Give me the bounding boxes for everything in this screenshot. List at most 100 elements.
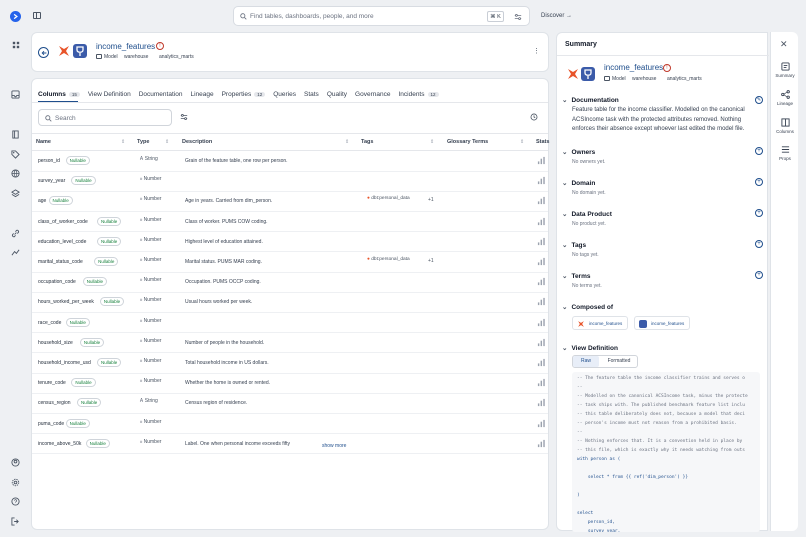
table-row[interactable]: race_code Nullable # Number <box>32 313 548 333</box>
column-name[interactable]: survey_year <box>38 178 65 184</box>
tab-stats[interactable]: Stats <box>304 87 319 101</box>
table-row[interactable]: tenure_code Nullable # Number Whether the h… <box>32 373 548 394</box>
column-name[interactable]: age <box>38 198 46 204</box>
column-description[interactable]: Usual hours worked per week. <box>185 299 252 305</box>
add-tag-button[interactable]: + <box>755 240 763 248</box>
book-icon[interactable] <box>10 129 21 140</box>
sort-icon[interactable]: ⇕ <box>345 139 349 145</box>
tab-properties[interactable]: Properties 12 <box>222 87 266 101</box>
app-logo[interactable] <box>10 11 21 22</box>
column-description[interactable]: Marital status. PUMS MAR coding. <box>185 259 262 265</box>
table-row[interactable]: census_region Nullable Ꭺ String Census regi… <box>32 393 548 414</box>
grid-icon[interactable] <box>10 39 21 50</box>
table-row[interactable]: occupation_code Nullable # Number Occupatio… <box>32 272 548 293</box>
table-row[interactable]: class_of_worker_code Nullable # Number Clas… <box>32 212 548 232</box>
column-description[interactable]: Number of people in the household. <box>185 340 264 346</box>
formatted-tab[interactable]: Formatted <box>601 356 637 367</box>
column-description[interactable]: Age in years. Carried from dim_person. <box>185 198 272 204</box>
globe-icon[interactable] <box>10 168 21 179</box>
more-tags-count[interactable]: +1 <box>428 258 434 264</box>
column-header-stats[interactable]: Stats <box>536 139 549 145</box>
tab-documentation[interactable]: Documentation <box>139 87 183 101</box>
column-name[interactable]: person_id <box>38 158 60 164</box>
tab-governance[interactable]: Governance <box>355 87 390 101</box>
breadcrumb-warehouse[interactable]: warehouse <box>124 54 148 60</box>
sidebar-tab-props[interactable]: Props <box>771 145 799 161</box>
table-row[interactable]: hours_worked_per_week Nullable # Number Usu… <box>32 292 548 313</box>
tags-section[interactable]: ⌄ Tags <box>562 241 586 250</box>
error-icon[interactable]: ! <box>663 64 671 72</box>
stats-icon[interactable] <box>537 297 546 306</box>
stats-icon[interactable] <box>537 338 546 347</box>
column-name[interactable]: household_income_usd <box>38 360 91 366</box>
sort-icon[interactable]: ⇕ <box>520 139 524 145</box>
settings-icon[interactable] <box>10 477 21 488</box>
stats-icon[interactable] <box>537 439 546 448</box>
tab-quality[interactable]: Quality <box>327 87 347 101</box>
sort-icon[interactable]: ⇕ <box>165 139 169 145</box>
breadcrumb-warehouse[interactable]: warehouse <box>632 76 656 82</box>
stats-icon[interactable] <box>537 277 546 286</box>
table-row[interactable]: age Nullable # Number Age in years. Carried… <box>32 191 548 212</box>
owners-section[interactable]: ⌄ Owners <box>562 148 595 157</box>
column-header-glossary[interactable]: Glossary Terms <box>447 139 488 145</box>
composed-item[interactable]: income_features <box>634 316 690 330</box>
user-icon[interactable] <box>10 457 21 468</box>
stats-icon[interactable] <box>537 398 546 407</box>
tab-view-definition[interactable]: View Definition <box>88 87 131 101</box>
stats-icon[interactable] <box>537 419 546 428</box>
tab-incidents[interactable]: Incidents 12 <box>398 87 439 101</box>
stats-icon[interactable] <box>537 156 546 165</box>
column-name[interactable]: marital_status_code <box>38 259 83 265</box>
tag-chip[interactable]: ● dbt:personal_data <box>367 257 410 262</box>
table-row[interactable]: income_above_50k Nullable # Number Label. O… <box>32 434 548 454</box>
stats-icon[interactable] <box>537 217 546 226</box>
help-icon[interactable] <box>10 496 21 507</box>
close-icon[interactable]: ✕ <box>780 39 788 50</box>
activity-icon[interactable] <box>10 247 21 258</box>
tab-lineage[interactable]: Lineage <box>190 87 213 101</box>
breadcrumb-schema[interactable]: analytics_marts <box>159 54 194 60</box>
edit-icon[interactable]: ✎ <box>755 96 763 104</box>
column-name[interactable]: class_of_worker_code <box>38 219 88 225</box>
column-description[interactable]: Highest level of education attained. <box>185 239 263 245</box>
composed-of-section[interactable]: ⌄ Composed of <box>562 303 613 312</box>
stats-icon[interactable] <box>537 378 546 387</box>
sidebar-toggle-icon[interactable] <box>33 12 41 19</box>
column-name[interactable]: hours_worked_per_week <box>38 299 94 305</box>
column-description[interactable]: Label. One when personal income exceeds … <box>185 441 290 447</box>
link-icon[interactable] <box>10 228 21 239</box>
table-row[interactable]: household_size Nullable # Number Number of … <box>32 333 548 353</box>
error-icon[interactable]: ! <box>156 42 164 50</box>
sidebar-tab-summary[interactable]: Summary <box>771 62 799 78</box>
column-description[interactable]: Total household income in US dollars. <box>185 360 269 366</box>
column-description[interactable]: Occupation. PUMS OCCP coding. <box>185 279 261 285</box>
table-row[interactable]: marital_status_code Nullable # Number Marit… <box>32 252 548 272</box>
table-row[interactable]: household_income_usd Nullable # Number Tota… <box>32 353 548 373</box>
summary-title[interactable]: income_features <box>604 63 663 72</box>
discover-link[interactable]: Discover → <box>541 13 572 19</box>
more-tags-count[interactable]: +1 <box>428 197 434 203</box>
stats-icon[interactable] <box>537 176 546 185</box>
column-name[interactable]: household_size <box>38 340 73 346</box>
column-name[interactable]: education_level_code <box>38 239 86 245</box>
add-term-button[interactable]: + <box>755 271 763 279</box>
stats-icon[interactable] <box>537 237 546 246</box>
composed-item[interactable]: income_features <box>572 316 628 330</box>
tag-chip[interactable]: ● dbt:personal_data <box>367 196 410 201</box>
sort-icon[interactable]: ⇕ <box>430 139 434 145</box>
stats-icon[interactable] <box>537 318 546 327</box>
column-description[interactable]: Whether the home is owned or rented. <box>185 380 270 386</box>
column-header-tags[interactable]: Tags <box>361 139 373 145</box>
column-search-input[interactable]: Search <box>38 109 172 126</box>
column-name[interactable]: tenure_code <box>38 380 66 386</box>
history-icon[interactable] <box>530 113 538 121</box>
column-description[interactable]: Class of worker. PUMS COW coding. <box>185 219 268 225</box>
column-name[interactable]: puma_code <box>38 421 64 427</box>
column-name[interactable]: census_region <box>38 400 71 406</box>
view-definition-section[interactable]: ⌄ View Definition <box>562 344 618 353</box>
table-row[interactable]: survey_year Nullable # Number <box>32 171 548 192</box>
tab-columns[interactable]: Columns 15 <box>38 87 80 101</box>
tag-icon[interactable] <box>10 149 21 160</box>
logout-icon[interactable] <box>10 516 21 527</box>
